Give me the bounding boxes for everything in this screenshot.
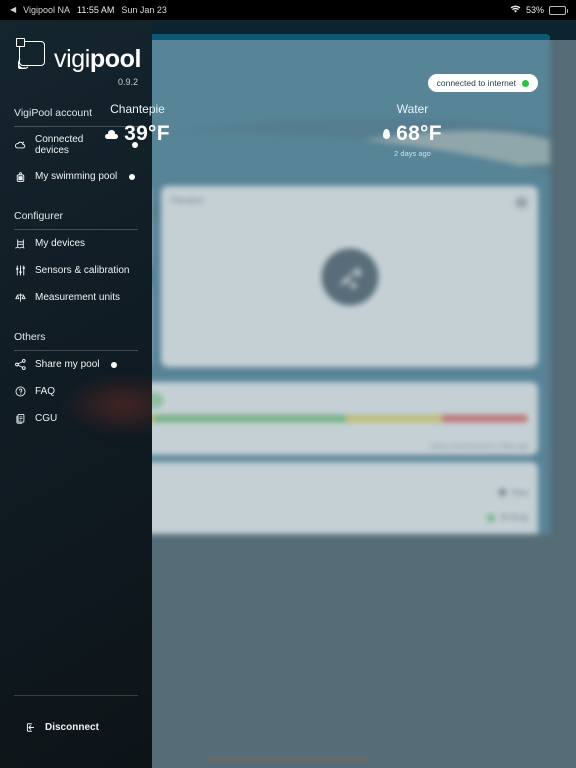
app-root: ◀ Vigipool NA 11:55 AM Sun Jan 23 53% co… — [0, 0, 576, 768]
metric-water-timestamp: 2 days ago — [394, 149, 431, 158]
sidebar-item-label: FAQ — [35, 386, 56, 397]
share-icon — [14, 358, 27, 371]
sidebar-item-label: Share my pool — [35, 359, 100, 370]
status-bar-left: ◀ Vigipool NA 11:55 AM Sun Jan 23 — [10, 5, 167, 15]
metric-air-value: 39°F — [124, 122, 170, 145]
sidebar-item-label: Sensors & calibration — [35, 265, 130, 276]
pool-pump-icon — [14, 170, 27, 183]
sidebar-backdrop-glow — [60, 375, 152, 435]
sidebar-section-others-title: Others — [14, 331, 46, 343]
brand-name-part1: vigi — [54, 45, 90, 73]
status-app-name: Vigipool NA — [23, 5, 71, 15]
sliders-icon — [14, 264, 27, 277]
home-indicator[interactable] — [208, 757, 368, 761]
water-drop-icon — [383, 129, 391, 139]
metrics-row: Chantepie 39°F Water 68°F 2 days ago — [0, 102, 550, 158]
battery-percent: 53% — [525, 5, 544, 15]
metric-air-label: Chantepie — [110, 102, 165, 116]
sidebar-item-label: My devices — [35, 238, 86, 249]
sidebar-item-my-devices[interactable]: My devices — [0, 230, 152, 257]
metric-water-label: Water — [396, 102, 429, 116]
app-version: 0.9.2 — [117, 77, 138, 87]
scale-icon — [14, 291, 27, 304]
network-status-label: connected to internet — [436, 78, 516, 88]
status-date: Sun Jan 23 — [121, 5, 167, 15]
sidebar-section-configurer-title: Configurer — [14, 210, 64, 222]
question-circle-icon — [14, 385, 27, 398]
vigipool-logo-icon — [14, 38, 48, 72]
sidebar-item-share-my-pool[interactable]: Share my pool — [0, 351, 152, 378]
cloud-icon — [105, 129, 119, 139]
disconnect-label: Disconnect — [45, 722, 99, 733]
wifi-icon — [510, 5, 521, 16]
battery-icon — [549, 5, 568, 15]
status-dot-icon — [129, 173, 136, 180]
metric-water: Water 68°F 2 days ago — [275, 102, 550, 158]
documents-icon — [14, 412, 27, 425]
app-logo: vigipool — [14, 38, 152, 72]
sidebar-item-label: My swimming pool — [35, 171, 118, 182]
logout-icon — [24, 721, 37, 734]
pool-ladder-icon — [14, 237, 27, 250]
disconnect-button[interactable]: Disconnect — [0, 721, 152, 734]
metric-water-value: 68°F — [396, 122, 442, 145]
network-status-dot-icon — [522, 79, 529, 87]
brand-name-part2: pool — [89, 45, 142, 73]
brand-name: vigipool — [54, 47, 141, 72]
sidebar-item-label: CGU — [35, 413, 58, 424]
metric-air: Chantepie 39°F — [0, 102, 275, 158]
status-bar: ◀ Vigipool NA 11:55 AM Sun Jan 23 53% — [0, 0, 576, 20]
status-bar-right: 53% — [510, 5, 568, 16]
network-status-badge: connected to internet — [427, 74, 538, 92]
sidebar-item-sensors-calibration[interactable]: Sensors & calibration — [0, 257, 152, 284]
divider — [14, 695, 138, 696]
sidebar-item-measurement-units[interactable]: Measurement units — [0, 284, 152, 311]
status-time: 11:55 AM — [77, 5, 115, 15]
sidebar-item-label: Measurement units — [35, 292, 121, 303]
sidebar-item-my-swimming-pool[interactable]: My swimming pool — [0, 163, 152, 190]
status-dot-icon — [111, 361, 118, 368]
back-arrow-icon[interactable]: ◀ — [10, 6, 16, 14]
